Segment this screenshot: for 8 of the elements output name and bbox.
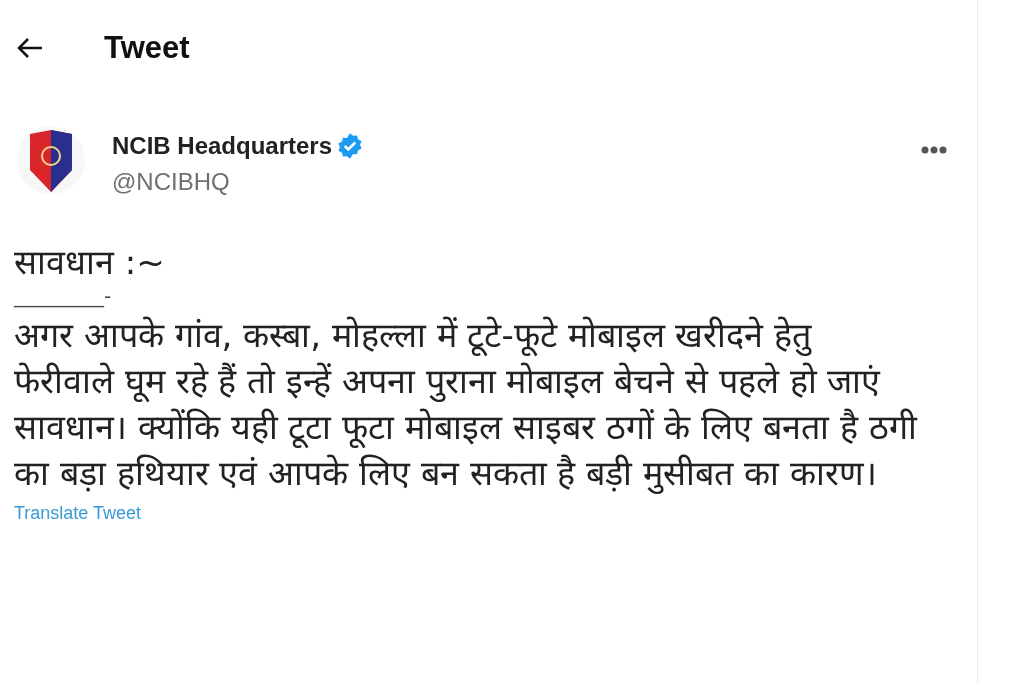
tweet-text: अगर आपके गांव, कस्बा, मोहल्ला में टूटे-फूटे मोबाइल खरीदने हेतु फेरीवाले घूम रहे हैं तो इन्हें अपना पुराना मोबाइल बेचने से पहले हो जाएं सावधान। क्योंकि यही टूटा फूटा मोबाइल साइबर ठगों के लिए बनता है ठगी का बड़ा हथियार एवं आपके लिए बन सकता है बड़ी मुसीबत का कारण। bbox=[14, 314, 917, 496]
back-arrow-icon[interactable] bbox=[16, 36, 44, 60]
author-name[interactable]: NCIB Headquarters bbox=[112, 128, 333, 164]
separator-text: _________- bbox=[14, 284, 112, 308]
page-title: Tweet bbox=[104, 28, 190, 67]
more-options-icon[interactable] bbox=[921, 146, 947, 154]
author-handle: @NCIBHQ bbox=[112, 167, 231, 197]
tweet-heading: सावधान :~ bbox=[14, 241, 166, 284]
